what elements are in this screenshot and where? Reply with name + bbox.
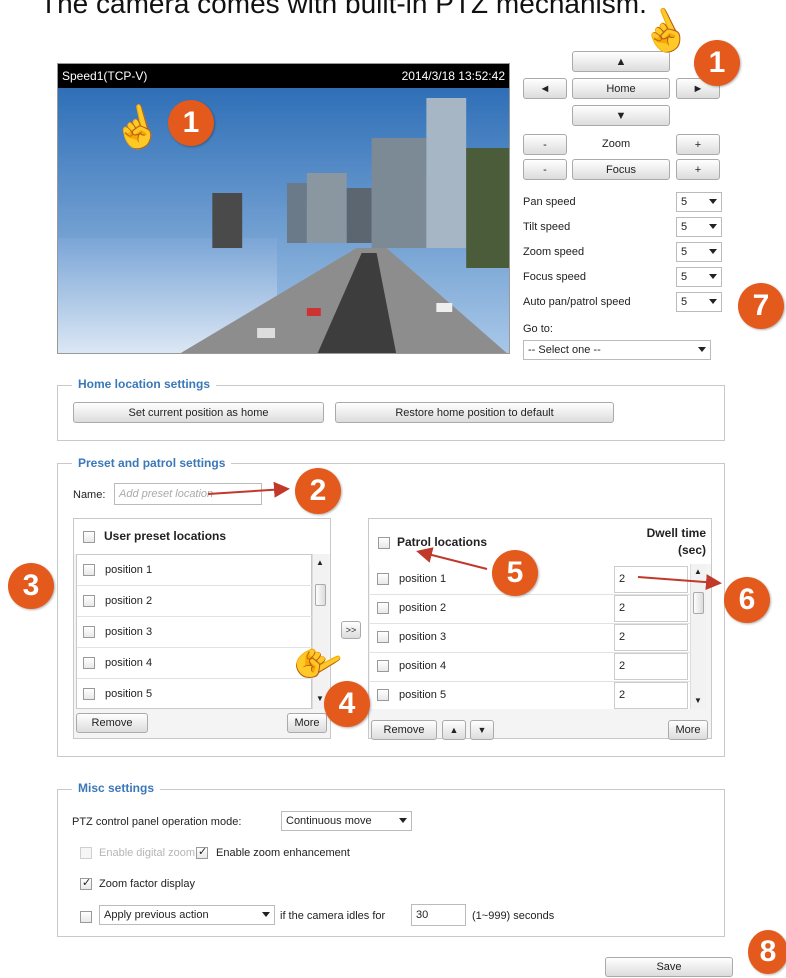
callout-badge: 2 — [295, 468, 341, 514]
callout-badge: 5 — [492, 550, 538, 596]
arrow-to-dwell-time — [637, 574, 722, 591]
callout-badge: 6 — [724, 577, 770, 623]
arrow-to-patrol-header — [416, 547, 488, 570]
callout-badge: 3 — [8, 563, 54, 609]
callout-badge: 8 — [748, 930, 786, 974]
callout-badge: 1 — [694, 40, 740, 86]
arrow-to-name-input — [207, 481, 290, 498]
callout-badge: 4 — [324, 681, 370, 727]
callout-badge: 1 — [168, 100, 214, 146]
callout-badge: 7 — [738, 283, 784, 329]
